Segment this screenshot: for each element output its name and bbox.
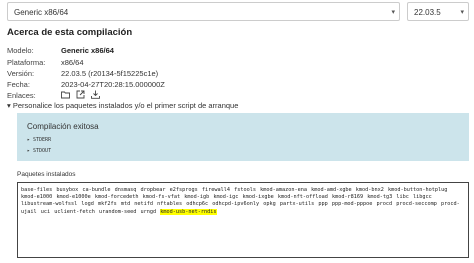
chevron-down-icon: ▾ [391, 9, 395, 16]
personalize-toggle[interactable]: ▾ Personalice los paquetes instalados y/… [7, 101, 238, 110]
link-icons [61, 90, 100, 99]
folder-icon[interactable] [61, 90, 70, 99]
build-status: Compilación exitosa [27, 122, 99, 131]
model-value: Generic x86/64 [61, 46, 114, 55]
packages-label: Paquetes instalados [17, 171, 76, 178]
packages-textarea[interactable]: base-files busybox ca-bundle dnsmasq dro… [17, 182, 469, 258]
external-link-icon[interactable] [76, 90, 85, 99]
chevron-down-icon: ▾ [460, 9, 464, 16]
target-select-value: Generic x86/64 [14, 8, 69, 17]
top-bar: Generic x86/64 ▾ 22.03.5 ▾ [0, 0, 474, 23]
date-value: 2023-04-27T20:28:15.000000Z [61, 80, 165, 89]
links-label: Enlaces: [7, 91, 36, 100]
version-value: 22.03.5 (r20134-5f15225c1e) [61, 69, 159, 78]
build-status-panel: Compilación exitosa ▸ STDERR ▸ STDOUT [17, 113, 469, 161]
packages-highlight: kmod-usb-net-rndis [160, 208, 217, 215]
date-label: Fecha: [7, 80, 30, 89]
platform-value: x86/64 [61, 58, 84, 67]
version-select[interactable]: 22.03.5 ▾ [407, 2, 469, 21]
download-icon[interactable] [91, 90, 100, 99]
platform-label: Plataforma: [7, 58, 46, 67]
stderr-toggle[interactable]: ▸ STDERR [27, 137, 51, 143]
section-title: Acerca de esta compilación [7, 27, 133, 38]
stdout-toggle[interactable]: ▸ STDOUT [27, 148, 51, 154]
version-label: Versión: [7, 69, 35, 78]
packages-text: base-files busybox ca-bundle dnsmasq dro… [21, 187, 460, 215]
version-select-value: 22.03.5 [414, 8, 441, 17]
model-label: Modelo: [7, 46, 34, 55]
target-select[interactable]: Generic x86/64 ▾ [7, 2, 400, 21]
